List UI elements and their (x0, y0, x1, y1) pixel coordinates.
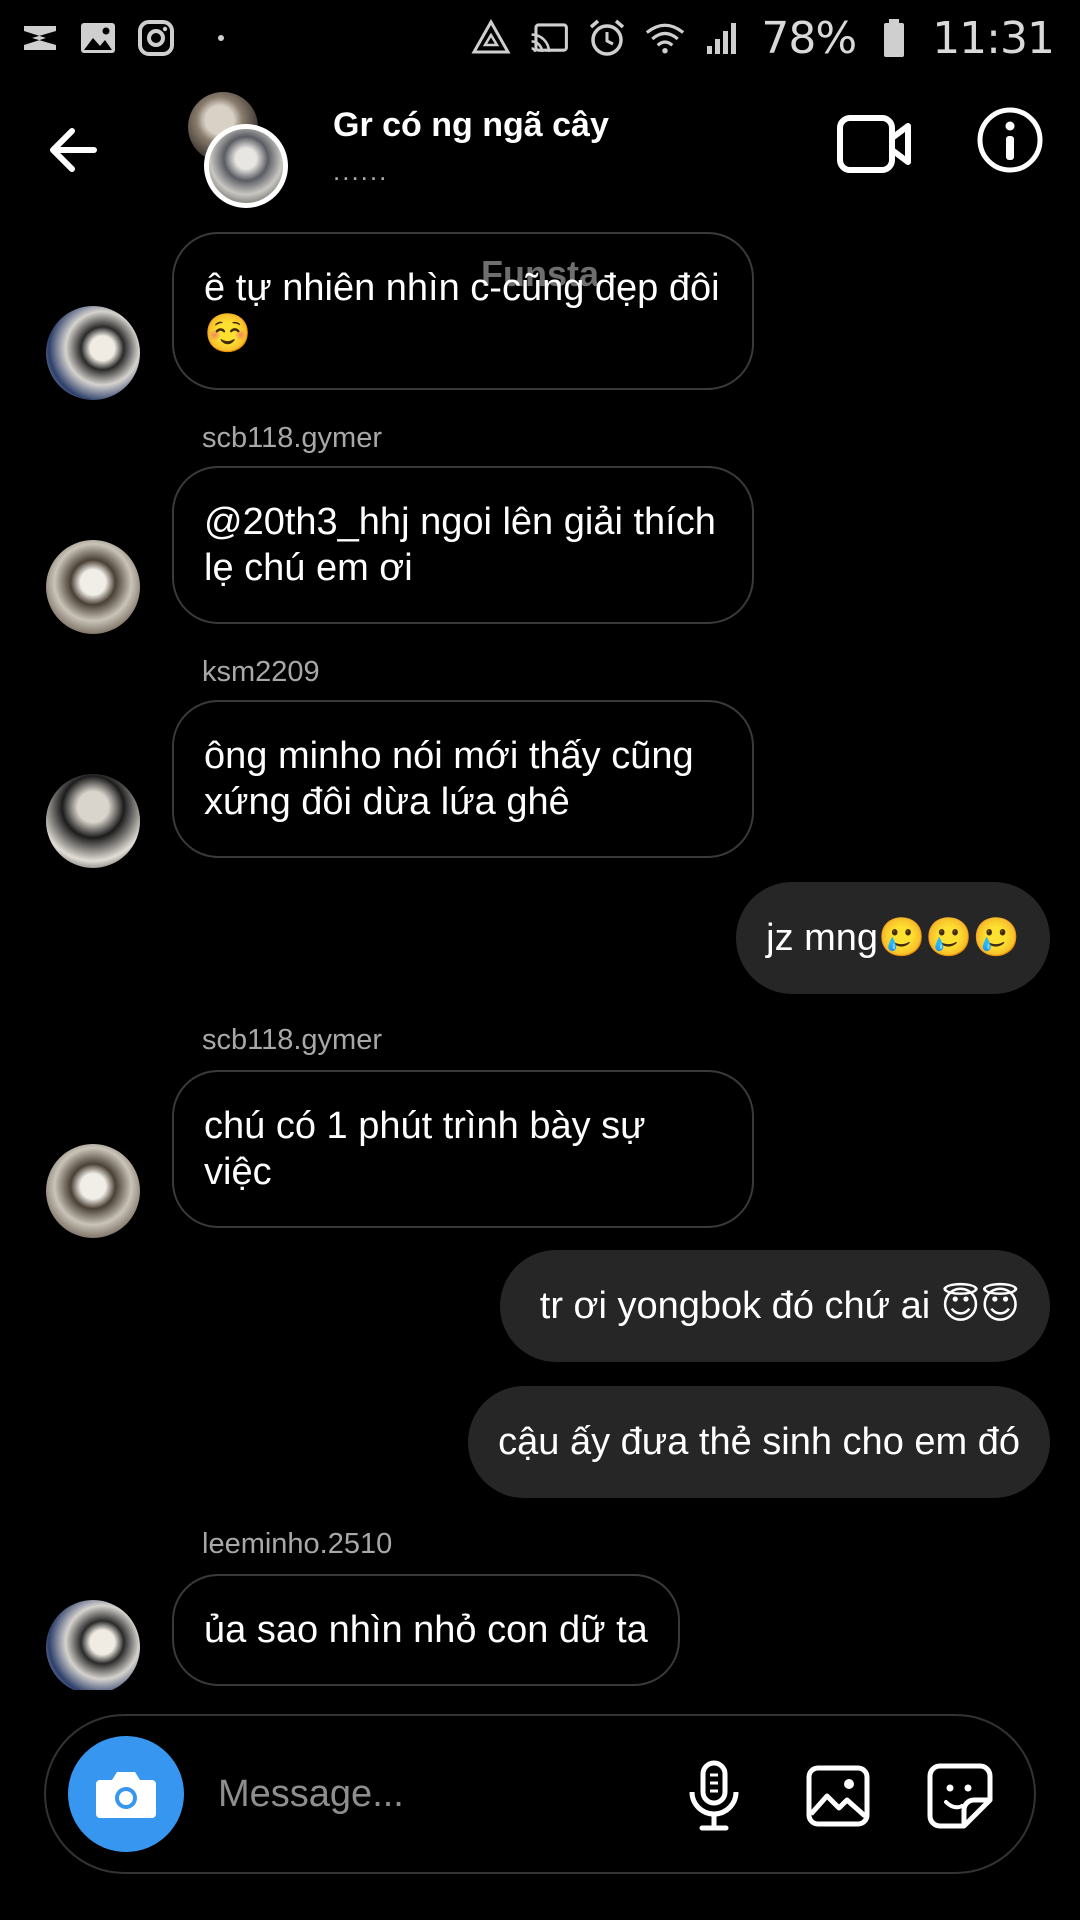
message-bubble[interactable]: ông minho nói mới thấy cũng xứng đôi dừa… (172, 700, 754, 858)
sticker-button[interactable] (920, 1756, 1000, 1836)
info-icon (977, 107, 1043, 173)
clock: 11:31 (932, 12, 1055, 64)
message-bubble[interactable]: chú có 1 phút trình bày sự việc (172, 1070, 754, 1228)
battery-percent: 78% (761, 12, 857, 64)
message-text: ủa sao nhìn nhỏ con dữ ta (204, 1609, 648, 1651)
message-text: chú có 1 phút trình bày sự việc (204, 1105, 646, 1193)
avatar[interactable] (46, 774, 140, 868)
status-bar-left (20, 18, 224, 58)
message-bubble[interactable]: @20th3_hhj ngoi lên giải thích lẹ chú em… (172, 466, 754, 624)
chat-header: Gr có ng ngã cây ...... Funsta (0, 76, 1080, 294)
message-text: ê tự nhiên nhìn c-cũng đẹp đôi ☺️ (204, 267, 720, 355)
avatar[interactable] (46, 1600, 140, 1690)
notification-dot (218, 35, 224, 41)
instagram-icon (136, 18, 176, 58)
message-text: tr ơi yongbok đó chứ ai 😇😇 (539, 1285, 1020, 1327)
sender-name: scb118.gymer (202, 1024, 382, 1056)
video-call-button[interactable] (836, 112, 912, 176)
message-thread[interactable]: ê tự nhiên nhìn c-cũng đẹp đôi ☺️ scb118… (0, 230, 1080, 1690)
group-title[interactable]: Gr có ng ngã cây (333, 106, 609, 145)
cast-icon (529, 18, 569, 58)
info-button[interactable] (976, 106, 1044, 174)
sender-name: ksm2209 (202, 656, 320, 688)
group-avatar-front (204, 124, 288, 208)
voice-message-button[interactable] (674, 1756, 754, 1836)
recycle-icon (471, 18, 511, 58)
message-text: ông minho nói mới thấy cũng xứng đôi dừa… (204, 735, 694, 823)
wifi-icon (645, 18, 685, 58)
camera-button[interactable] (68, 1736, 184, 1852)
camera-icon (96, 1772, 156, 1818)
gallery-button[interactable] (798, 1756, 878, 1836)
image-icon (806, 1765, 870, 1827)
message-bubble-sent[interactable]: jz mng🥲🥲🥲 (736, 882, 1050, 994)
capcut-icon (20, 18, 60, 58)
message-text: cậu ấy đưa thẻ sinh cho em đó (498, 1421, 1020, 1463)
signal-icon (703, 18, 743, 58)
gallery-icon (78, 18, 118, 58)
alarm-icon (587, 18, 627, 58)
microphone-icon (689, 1760, 739, 1831)
message-text: jz mng🥲🥲🥲 (766, 917, 1020, 959)
back-arrow-icon (50, 128, 97, 172)
group-avatar[interactable] (186, 92, 296, 212)
battery-icon (874, 18, 914, 58)
message-bubble-sent[interactable]: tr ơi yongbok đó chứ ai 😇😇 (499, 1250, 1050, 1362)
message-bubble[interactable]: ủa sao nhìn nhỏ con dữ ta (172, 1574, 680, 1686)
back-button[interactable] (44, 120, 104, 180)
sticker-icon (927, 1763, 993, 1829)
avatar[interactable] (46, 306, 140, 400)
message-text: @20th3_hhj ngoi lên giải thích lẹ chú em… (204, 501, 716, 589)
message-bubble[interactable]: ê tự nhiên nhìn c-cũng đẹp đôi ☺️ (172, 232, 754, 390)
message-input[interactable] (218, 1756, 638, 1832)
avatar[interactable] (46, 540, 140, 634)
group-subtitle: ...... (333, 156, 389, 186)
status-bar-right: 78% 11:31 (471, 12, 1055, 64)
message-composer (44, 1714, 1036, 1874)
sender-name: scb118.gymer (202, 422, 382, 454)
video-camera-icon (837, 115, 911, 173)
sender-name: leeminho.2510 (202, 1528, 393, 1560)
status-bar: 78% 11:31 (0, 0, 1080, 76)
avatar[interactable] (46, 1144, 140, 1238)
message-bubble-sent[interactable]: cậu ấy đưa thẻ sinh cho em đó (468, 1386, 1050, 1498)
